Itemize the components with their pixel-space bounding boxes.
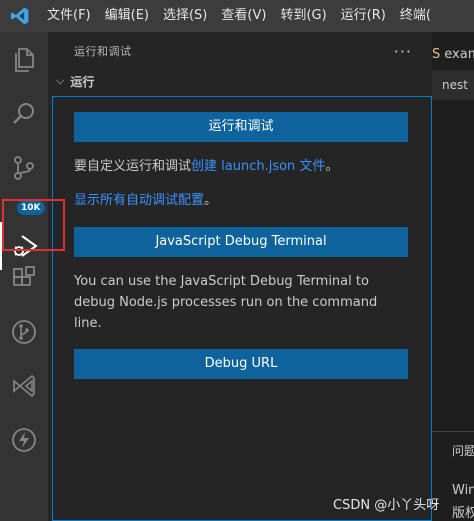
files-icon bbox=[15, 48, 34, 72]
create-launch-json-link[interactable]: 创建 launch.json 文件 bbox=[191, 159, 325, 174]
breadcrumb-item[interactable]: nest bbox=[442, 72, 474, 98]
show-all-period: 。 bbox=[204, 193, 218, 208]
lightning-icon bbox=[12, 428, 36, 452]
run-section-header[interactable]: ⌵ 运行 bbox=[48, 70, 432, 92]
js-terminal-description: You can use the JavaScript Debug Termina… bbox=[74, 274, 378, 331]
customize-label: 要自定义运行和调试 bbox=[74, 159, 192, 174]
menu-bar: 文件(F) 编辑(E) 选择(S) 查看(V) 转到(G) 运行(R) 终端( bbox=[0, 0, 474, 32]
extensions-icon bbox=[13, 266, 35, 286]
show-all-configs-link[interactable]: 显示所有自动调试配置 bbox=[74, 193, 204, 208]
menu-go[interactable]: 转到(G) bbox=[273, 0, 333, 32]
source-control-button[interactable] bbox=[0, 144, 48, 192]
tab-label: exam bbox=[444, 47, 474, 62]
js-debug-terminal-button[interactable]: JavaScript Debug Terminal bbox=[74, 227, 408, 257]
customize-period: 。 bbox=[325, 159, 339, 174]
search-button[interactable] bbox=[0, 90, 48, 138]
activity-bar: 10K bbox=[0, 32, 48, 521]
git-graph-button[interactable] bbox=[0, 308, 48, 356]
show-all-text: 显示所有自动调试配置。 bbox=[74, 190, 394, 211]
vscode-logo-icon bbox=[0, 0, 40, 32]
menu-selection[interactable]: 选择(S) bbox=[156, 0, 214, 32]
menu-view[interactable]: 查看(V) bbox=[214, 0, 273, 32]
search-icon bbox=[13, 103, 34, 124]
editor-tab[interactable]: Sexam bbox=[432, 40, 474, 70]
watermark: CSDN @小丫头呀 bbox=[333, 498, 440, 513]
lightning-button[interactable] bbox=[0, 416, 48, 464]
visual-studio-icon bbox=[13, 374, 35, 398]
run-section-panel: 运行和调试 要自定义运行和调试创建 launch.json 文件。 显示所有自动… bbox=[52, 96, 432, 521]
git-graph-icon bbox=[12, 320, 36, 344]
menu-edit[interactable]: 编辑(E) bbox=[98, 0, 156, 32]
more-actions-icon[interactable]: ··· bbox=[394, 42, 412, 61]
sidebar-header: 运行和调试 ··· bbox=[48, 32, 432, 70]
tab-problems[interactable]: 问题 bbox=[452, 442, 474, 459]
source-control-icon bbox=[14, 156, 34, 180]
menu-terminal[interactable]: 终端( bbox=[393, 0, 438, 32]
sidebar-title: 运行和调试 bbox=[74, 45, 132, 58]
editor-area: Sexam nest 问题 Win 版权 bbox=[432, 32, 474, 521]
menu-run[interactable]: 运行(R) bbox=[334, 0, 393, 32]
terminal-line: 版权 bbox=[452, 506, 474, 521]
run-section-title: 运行 bbox=[70, 74, 95, 89]
extensions-button[interactable] bbox=[0, 254, 48, 302]
run-debug-sidebar: 运行和调试 ··· ⌵ 运行 运行和调试 要自定义运行和调试创建 launch.… bbox=[48, 32, 432, 521]
run-and-debug-button[interactable]: 运行和调试 bbox=[74, 112, 408, 142]
debug-url-button[interactable]: Debug URL bbox=[74, 349, 408, 379]
customize-text: 要自定义运行和调试创建 launch.json 文件。 bbox=[74, 156, 394, 177]
explorer-button[interactable] bbox=[0, 36, 48, 84]
visual-studio-button[interactable] bbox=[0, 362, 48, 410]
tab-symbol: S bbox=[432, 47, 441, 62]
run-debug-highlight bbox=[2, 199, 65, 251]
menu-file[interactable]: 文件(F) bbox=[40, 0, 98, 32]
terminal-line: Win bbox=[452, 483, 474, 498]
chevron-down-icon: ⌵ bbox=[56, 74, 65, 87]
